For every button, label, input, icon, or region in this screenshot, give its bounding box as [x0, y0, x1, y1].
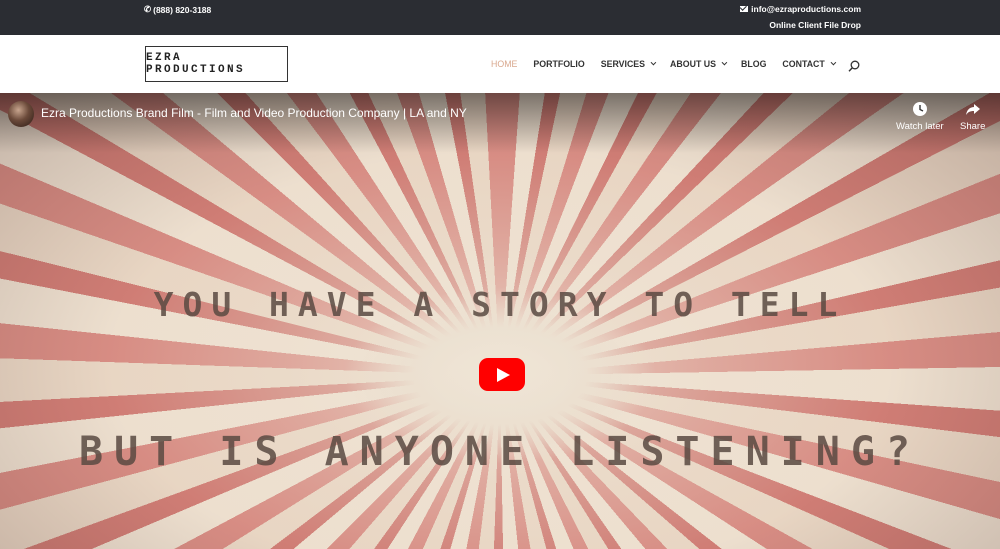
nav-item-contact[interactable]: CONTACT [782, 59, 837, 69]
nav-item-services[interactable]: SERVICES [600, 59, 657, 69]
top-bar: ✆ (888) 820-3188 info@ezraproductions.co… [0, 0, 1000, 35]
video-headline-2: BUT IS ANYONE LISTENING? [79, 429, 921, 475]
video-player[interactable]: Ezra Productions Brand Film - Film and V… [0, 93, 1000, 549]
phone-link[interactable]: ✆ (888) 820-3188 [144, 4, 211, 15]
main-nav: HOME PORTFOLIO SERVICES ABOUT US BLOG CO… [491, 35, 850, 93]
video-top-gradient [0, 93, 1000, 153]
nav-label: HOME [491, 59, 518, 69]
channel-avatar[interactable] [8, 101, 34, 127]
play-button[interactable] [479, 358, 525, 391]
phone-icon: ✆ [144, 4, 152, 14]
site-logo[interactable]: EZRA PRODUCTIONS [145, 46, 288, 82]
clock-icon [912, 102, 927, 116]
chevron-down-icon [650, 59, 657, 66]
play-icon [497, 367, 510, 382]
nav-label: PORTFOLIO [533, 59, 585, 69]
watch-later-label: Watch later [896, 121, 944, 132]
client-file-drop-link[interactable]: Online Client File Drop [769, 20, 861, 30]
share-button[interactable]: Share [960, 101, 985, 132]
watch-later-button[interactable]: Watch later [896, 101, 944, 132]
share-label: Share [960, 121, 986, 132]
chevron-down-icon [830, 59, 837, 66]
nav-item-home[interactable]: HOME [491, 59, 517, 69]
nav-item-about-us[interactable]: ABOUT US [670, 59, 728, 69]
chevron-down-icon [721, 59, 728, 66]
email-link[interactable]: info@ezraproductions.com [740, 4, 861, 14]
video-headline-1: YOU HAVE A STORY TO TELL [153, 285, 847, 324]
site-header: EZRA PRODUCTIONS HOME PORTFOLIO SERVICES… [0, 35, 1000, 93]
email-address: info@ezraproductions.com [751, 4, 861, 14]
nav-item-portfolio[interactable]: PORTFOLIO [533, 59, 584, 69]
search-icon[interactable] [848, 60, 860, 72]
nav-label: CONTACT [782, 59, 825, 69]
nav-label: SERVICES [600, 59, 646, 69]
video-title[interactable]: Ezra Productions Brand Film - Film and V… [41, 106, 467, 120]
nav-label: BLOG [741, 59, 767, 69]
envelope-icon [740, 6, 749, 12]
nav-label: ABOUT US [670, 59, 716, 69]
phone-number: (888) 820-3188 [153, 4, 212, 15]
share-arrow-icon [965, 104, 980, 115]
nav-item-blog[interactable]: BLOG [741, 59, 766, 69]
